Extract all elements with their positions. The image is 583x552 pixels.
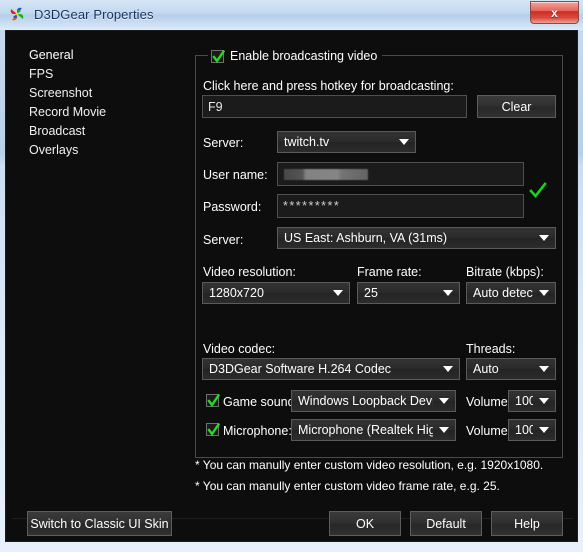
- region-server-value: US East: Ashburn, VA (31ms): [284, 231, 448, 245]
- chevron-down-icon: [437, 366, 459, 372]
- sidebar-item-broadcast[interactable]: Broadcast: [23, 122, 173, 141]
- region-server-dropdown[interactable]: US East: Ashburn, VA (31ms): [277, 227, 556, 249]
- frame-rate-value: 25: [364, 286, 378, 300]
- note-resolution: * You can manully enter custom video res…: [195, 458, 544, 472]
- sidebar-item-fps[interactable]: FPS: [23, 65, 173, 84]
- video-resolution-dropdown[interactable]: 1280x720: [202, 282, 350, 304]
- hotkey-input[interactable]: F9: [202, 95, 467, 118]
- region-server-label: Server:: [203, 233, 244, 247]
- title-bar[interactable]: D3DGear Properties x: [0, 0, 583, 30]
- video-codec-label: Video codec:: [203, 342, 276, 356]
- sidebar-item-screenshot[interactable]: Screenshot: [23, 84, 173, 103]
- video-codec-value: D3DGear Software H.264 Codec: [209, 362, 392, 376]
- microphone-volume-label: Volume:: [466, 424, 512, 438]
- title-bar-left: D3DGear Properties: [8, 5, 154, 23]
- microphone-checkbox[interactable]: [206, 423, 220, 437]
- game-sound-volume-dropdown[interactable]: 100: [508, 390, 556, 412]
- bitrate-label: Bitrate (kbps):: [466, 265, 544, 279]
- enable-broadcasting-legend: Enable broadcasting video: [208, 48, 383, 64]
- dialog-window: D3DGear Properties x General FPS Screens…: [0, 0, 583, 552]
- threads-dropdown[interactable]: Auto: [466, 358, 556, 380]
- video-codec-dropdown[interactable]: D3DGear Software H.264 Codec: [202, 358, 460, 380]
- game-sound-label: Game sound:: [223, 395, 299, 409]
- game-sound-volume-value: 100: [515, 394, 533, 408]
- chevron-down-icon: [533, 290, 555, 296]
- microphone-volume-value: 100: [515, 423, 533, 437]
- username-redacted-value: [284, 168, 368, 180]
- threads-label: Threads:: [466, 342, 516, 356]
- chevron-down-icon: [433, 398, 455, 404]
- password-value: *********: [283, 199, 341, 213]
- chevron-down-icon: [533, 366, 555, 372]
- hotkey-label: Click here and press hotkey for broadcas…: [203, 79, 454, 93]
- chevron-down-icon: [327, 290, 349, 296]
- video-resolution-value: 1280x720: [209, 286, 264, 300]
- service-server-dropdown[interactable]: twitch.tv: [277, 131, 416, 153]
- password-input[interactable]: *********: [277, 194, 524, 218]
- service-server-label: Server:: [203, 136, 244, 150]
- game-sound-device-dropdown[interactable]: Windows Loopback Device: [291, 390, 456, 412]
- ok-button[interactable]: OK: [329, 511, 401, 536]
- help-button[interactable]: Help: [491, 511, 563, 536]
- frame-rate-label: Frame rate:: [357, 265, 422, 279]
- sidebar-item-overlays[interactable]: Overlays: [23, 141, 173, 160]
- username-label: User name:: [203, 168, 268, 182]
- dialog-client-area: General FPS Screenshot Record Movie Broa…: [5, 30, 578, 542]
- password-label: Password:: [203, 200, 262, 214]
- note-framerate: * You can manully enter custom video fra…: [195, 479, 500, 493]
- username-input[interactable]: [277, 162, 524, 186]
- service-server-value: twitch.tv: [284, 135, 330, 149]
- microphone-volume-dropdown[interactable]: 100: [508, 419, 556, 441]
- game-sound-volume-label: Volume:: [466, 395, 512, 409]
- game-sound-checkbox[interactable]: [206, 394, 220, 408]
- enable-broadcasting-checkbox[interactable]: [211, 49, 225, 63]
- window-title: D3DGear Properties: [34, 6, 154, 22]
- sidebar-nav: General FPS Screenshot Record Movie Broa…: [23, 46, 173, 160]
- bitrate-value: Auto detect: [473, 286, 533, 300]
- hotkey-value: F9: [208, 99, 223, 114]
- enable-broadcasting-label: Enable broadcasting video: [230, 49, 378, 63]
- frame-rate-dropdown[interactable]: 25: [357, 282, 460, 304]
- chevron-down-icon: [437, 290, 459, 296]
- close-button[interactable]: x: [530, 1, 579, 24]
- sidebar-item-general[interactable]: General: [23, 46, 173, 65]
- clear-hotkey-button[interactable]: Clear: [477, 95, 556, 118]
- game-sound-device-value: Windows Loopback Device: [298, 394, 433, 408]
- pinwheel-icon: [8, 5, 26, 23]
- microphone-device-dropdown[interactable]: Microphone (Realtek High Defir: [291, 419, 456, 441]
- chevron-down-icon: [433, 427, 455, 433]
- sidebar-item-record-movie[interactable]: Record Movie: [23, 103, 173, 122]
- microphone-device-value: Microphone (Realtek High Defir: [298, 423, 433, 437]
- chevron-down-icon: [533, 427, 555, 433]
- chevron-down-icon: [533, 235, 555, 241]
- video-resolution-label: Video resolution:: [203, 265, 296, 279]
- chevron-down-icon: [533, 398, 555, 404]
- close-icon: x: [551, 5, 558, 20]
- chevron-down-icon: [393, 139, 415, 145]
- credentials-verified-icon: [528, 181, 548, 206]
- bitrate-dropdown[interactable]: Auto detect: [466, 282, 556, 304]
- switch-ui-skin-button[interactable]: Switch to Classic UI Skin: [27, 511, 172, 536]
- microphone-label: Microphone:: [223, 424, 292, 438]
- threads-value: Auto: [473, 362, 499, 376]
- default-button[interactable]: Default: [410, 511, 482, 536]
